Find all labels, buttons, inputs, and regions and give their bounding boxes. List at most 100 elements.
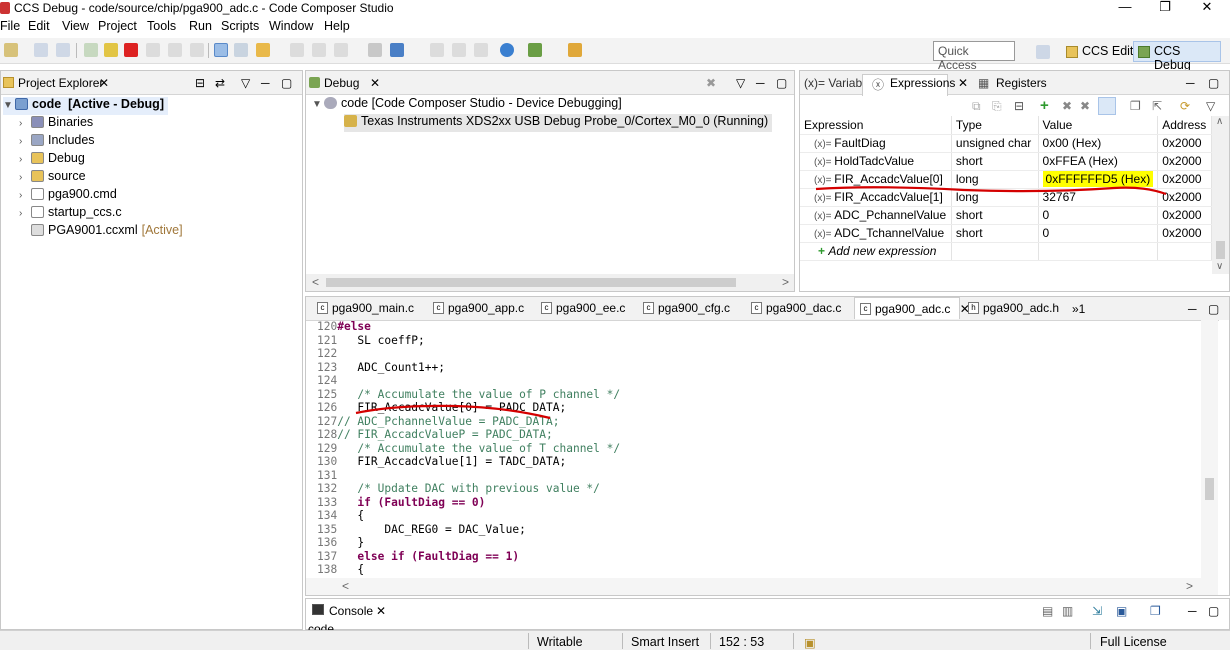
chevron-right-icon[interactable]: › (19, 190, 31, 201)
step-over-icon[interactable] (168, 43, 182, 57)
load-program-icon[interactable] (256, 43, 270, 57)
expression-value-cell[interactable]: 0xFFEA (Hex) (1038, 152, 1159, 171)
close-tab-icon[interactable]: ✕ (99, 76, 109, 90)
menu-window[interactable]: Window (269, 19, 313, 33)
expression-name-cell[interactable]: (x)= FaultDiag (800, 134, 952, 153)
code-area[interactable]: 120#else 121 SL coeffP; 122 123 ADC_Count1+… (317, 320, 1197, 578)
expression-type-cell[interactable]: short (951, 206, 1039, 225)
editor-tab-pga900-adc-h[interactable]: h pga900_adc.h (963, 297, 1063, 319)
tab-overflow[interactable]: »1 (1072, 302, 1085, 316)
collapse-icon[interactable]: ⊟ (1014, 99, 1024, 113)
quick-access-input[interactable]: Quick Access (933, 41, 1015, 72)
refresh-icon[interactable]: ⟳ (1180, 99, 1190, 113)
close-tab-icon[interactable]: ✕ (370, 76, 380, 90)
step-into-icon[interactable] (146, 43, 160, 57)
search-icon[interactable] (500, 43, 514, 57)
expression-row[interactable]: (x)= ADC_TchannelValue short 0 0x2000 (800, 224, 1212, 243)
expression-name-cell[interactable]: (x)= ADC_PchannelValue (800, 206, 952, 225)
registers-icon[interactable] (368, 43, 382, 57)
remove-terminated-icon[interactable]: ✖ (706, 76, 716, 90)
minimize-view-icon[interactable]: ─ (261, 76, 270, 90)
editor-vscroll[interactable] (1201, 320, 1218, 580)
expression-value-cell[interactable]: 0x00 (Hex) (1038, 134, 1159, 153)
tree-item-binaries[interactable]: › Binaries (19, 115, 93, 133)
expression-row[interactable]: (x)= ADC_PchannelValue short 0 0x2000 (800, 206, 1212, 225)
perspective-ccs-debug[interactable]: CCS Debug (1133, 41, 1221, 72)
debug-target-icon[interactable] (390, 43, 404, 57)
expression-name-cell[interactable]: (x)= HoldTadcValue (800, 152, 952, 171)
expression-address-cell[interactable]: 0x2000 (1157, 152, 1212, 171)
scroll-up-icon[interactable]: ∧ (1216, 116, 1223, 127)
maximize-view-icon[interactable]: ▢ (1208, 604, 1219, 618)
maximize-view-icon[interactable]: ▢ (776, 76, 787, 90)
suspend-icon[interactable] (104, 43, 118, 57)
new-window-icon[interactable]: ❐ (1130, 99, 1141, 113)
tab-expressions[interactable]: Expressions (890, 76, 955, 90)
undo-icon[interactable] (430, 43, 444, 57)
scroll-left-icon[interactable]: < (342, 579, 349, 593)
maximize-button[interactable]: ❐ (1150, 0, 1180, 16)
menu-tools[interactable]: Tools (147, 19, 176, 33)
menu-scripts[interactable]: Scripts (221, 19, 259, 33)
maximize-view-icon[interactable]: ▢ (1208, 76, 1219, 90)
tree-item-debug[interactable]: › Debug (19, 151, 85, 169)
expression-type-cell[interactable]: short (951, 224, 1039, 243)
expression-value-cell[interactable]: 0 (1038, 206, 1159, 225)
scroll-right-icon[interactable]: > (782, 275, 789, 289)
menu-run[interactable]: Run (189, 19, 212, 33)
debug-target-thread[interactable]: Texas Instruments XDS2xx USB Debug Probe… (344, 114, 773, 132)
link-editor-icon[interactable]: ⇄ (215, 76, 225, 90)
editor-tab-pga900-ee-c[interactable]: c pga900_ee.c (536, 297, 636, 319)
tree-root-project[interactable]: ▼ code [Active - Debug] (3, 97, 168, 115)
view-menu-icon[interactable]: ▽ (241, 76, 250, 90)
tree-item-pga900-cmd[interactable]: › pga900.cmd (19, 187, 117, 205)
reset-icon[interactable] (234, 43, 248, 57)
view-menu-icon[interactable]: ▽ (736, 76, 745, 90)
expression-row[interactable]: (x)= FaultDiag unsigned char 0x00 (Hex) 0x2… (800, 134, 1212, 153)
scroll-thumb[interactable] (326, 278, 736, 287)
tree-item-startup-ccs-c[interactable]: › startup_ccs.c (19, 205, 122, 223)
add-expression-row[interactable]: + Add new expression (800, 242, 1212, 261)
instruction-step-icon[interactable] (214, 43, 228, 57)
debug-bug-icon[interactable] (528, 43, 542, 57)
chevron-right-icon[interactable]: › (19, 208, 31, 219)
memory-icon[interactable] (334, 43, 348, 57)
column-header-address[interactable]: Address (1157, 116, 1212, 135)
tab-registers[interactable]: Registers (996, 76, 1047, 90)
clear-console-icon[interactable]: ▤ (1042, 604, 1053, 618)
tab-project-explorer[interactable]: Project Explorer (18, 76, 103, 90)
minimize-view-icon[interactable]: ─ (1186, 76, 1195, 90)
expression-name-cell[interactable]: (x)= ADC_TchannelValue (800, 224, 952, 243)
chevron-down-icon[interactable]: ▼ (312, 99, 324, 110)
window-icon[interactable] (474, 43, 488, 57)
scroll-thumb[interactable] (1205, 478, 1214, 500)
chevron-right-icon[interactable]: › (19, 154, 31, 165)
expressions-vscroll[interactable]: ∧ ∨ (1212, 116, 1229, 274)
editor-tab-pga900-app-c[interactable]: c pga900_app.c (428, 297, 528, 319)
editor-hscroll[interactable]: < > (306, 578, 1218, 595)
tree-item-source[interactable]: › source (19, 169, 86, 187)
view-menu-icon[interactable]: ▽ (1206, 99, 1215, 113)
column-header-expression[interactable]: Expression (800, 116, 952, 135)
minimize-view-icon[interactable]: ─ (756, 76, 765, 90)
connect-icon[interactable] (312, 43, 326, 57)
remove-icon[interactable]: ✖ (1062, 99, 1072, 113)
maximize-view-icon[interactable]: ▢ (1208, 302, 1219, 316)
tree-item-includes[interactable]: › Includes (19, 133, 95, 151)
editor-tab-pga900-dac-c[interactable]: c pga900_dac.c (746, 297, 846, 319)
copy-icon[interactable]: ⎘ (992, 99, 1002, 114)
new-icon[interactable] (4, 43, 18, 57)
open-console-icon[interactable]: ❐ (1150, 604, 1161, 618)
tab-console[interactable]: Console (329, 604, 373, 618)
minimize-view-icon[interactable]: ─ (1188, 302, 1197, 316)
menu-help[interactable]: Help (324, 19, 350, 33)
open-perspective-icon[interactable] (1036, 45, 1050, 59)
close-button[interactable]: ✕ (1192, 0, 1222, 16)
expression-row[interactable]: (x)= HoldTadcValue short 0xFFEA (Hex) 0x200… (800, 152, 1212, 171)
close-tab-icon[interactable]: ✕ (958, 76, 968, 90)
scroll-down-icon[interactable]: ∨ (1216, 261, 1223, 272)
save-all-icon[interactable] (56, 43, 70, 57)
restart-icon[interactable] (290, 43, 304, 57)
expression-type-cell[interactable]: unsigned char (951, 134, 1039, 153)
chevron-down-icon[interactable]: ▼ (3, 100, 15, 111)
